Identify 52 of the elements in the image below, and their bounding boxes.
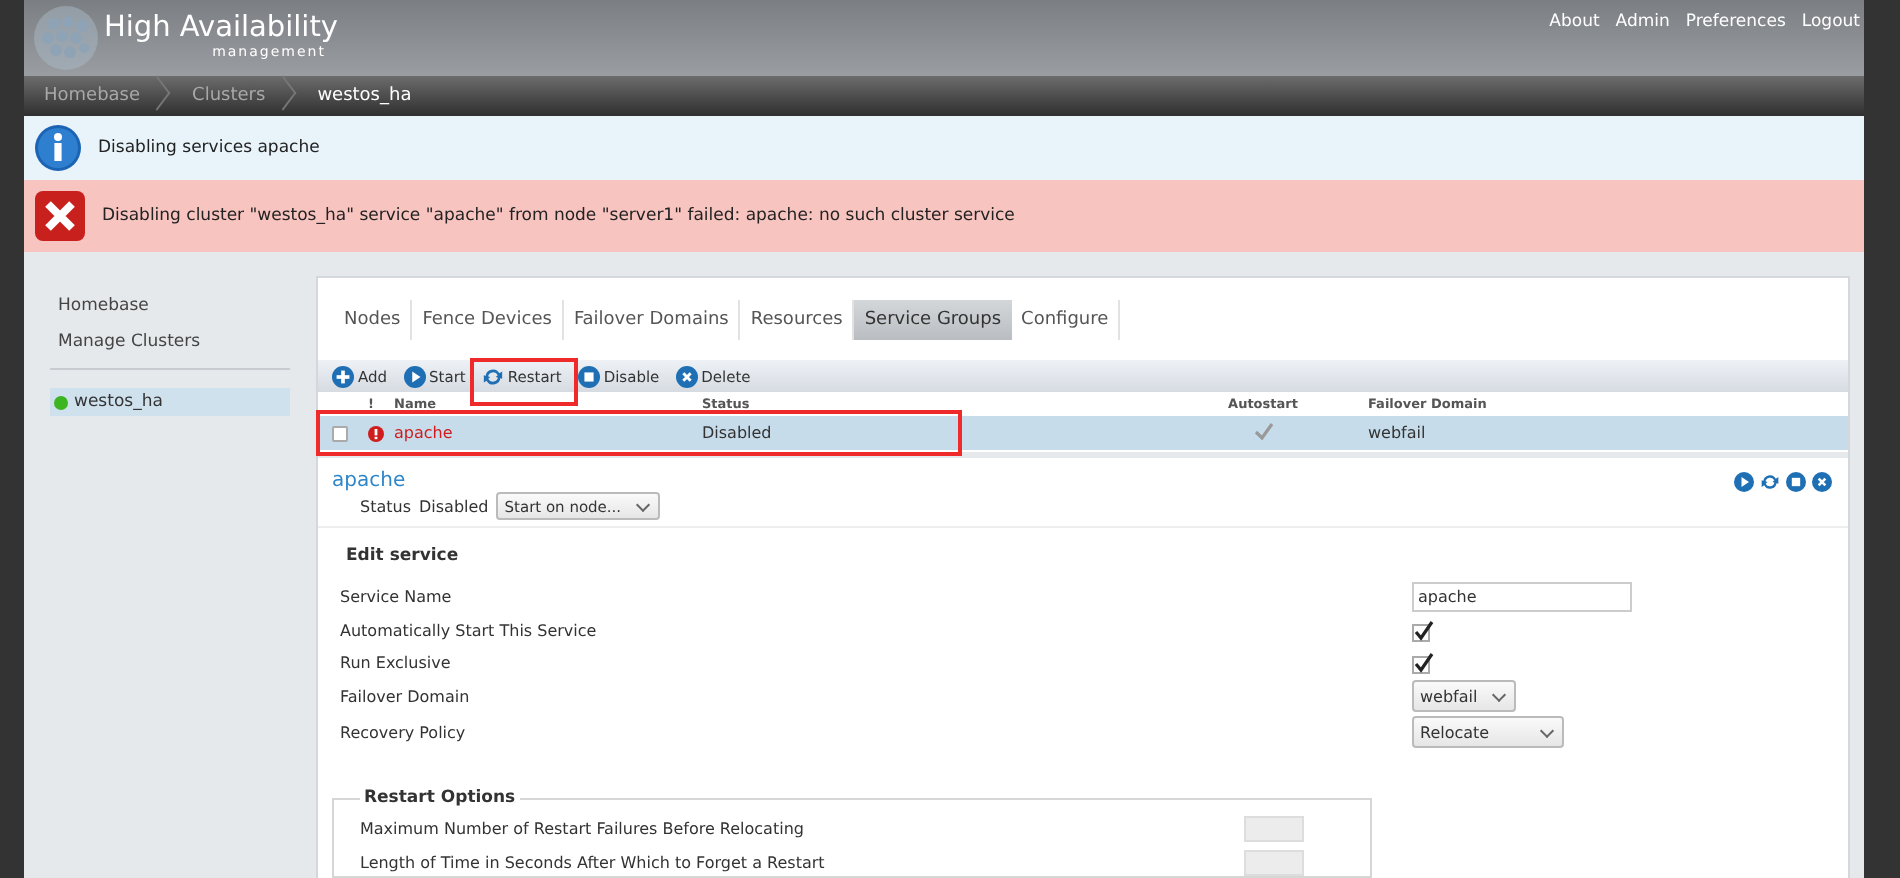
checkbox[interactable] (1412, 619, 1434, 641)
disable-icon (577, 365, 600, 387)
delete-icon (675, 365, 698, 387)
table-row[interactable]: apache Disabled webfail (318, 416, 1848, 450)
alert-message: Disabling cluster "westos_ha" service "apache" from node "server1" failed: apache: no such cluster service (102, 206, 1015, 226)
field-label: Failover Domain (340, 685, 472, 709)
header-link[interactable]: Logout (1801, 12, 1860, 32)
start-icon (403, 365, 426, 387)
logo-icon (32, 4, 100, 72)
header-link[interactable]: About (1549, 12, 1600, 32)
table-cell-text: apache (394, 424, 455, 442)
header-link[interactable]: Preferences (1685, 12, 1786, 32)
cluster-item[interactable]: westos_ha (50, 388, 290, 416)
service-name[interactable]: apache (332, 470, 406, 492)
field-label: Run Exclusive (340, 651, 453, 675)
alert-message: Disabling services apache (98, 138, 320, 158)
status-label: Status (360, 497, 411, 515)
sidebar-link[interactable]: Manage Clusters (24, 324, 316, 360)
tab[interactable]: Nodes (334, 300, 413, 340)
field-label: Maximum Number of Restart Failures Before Relocating (360, 820, 806, 838)
delete-icon (1812, 471, 1832, 491)
error-icon (34, 190, 86, 242)
checkbox[interactable] (1412, 651, 1434, 673)
restart-icon (481, 365, 504, 387)
tab[interactable]: Service Groups (854, 300, 1012, 340)
field-label: Automatically Start This Service (340, 619, 599, 644)
field-label: Recovery Policy (340, 721, 468, 746)
info-icon (34, 124, 82, 172)
select-field[interactable]: Relocate (1412, 716, 1564, 748)
select-field[interactable]: webfail (1412, 680, 1516, 712)
stop-icon (1786, 471, 1806, 491)
row-checkbox[interactable] (332, 425, 348, 441)
add-icon (332, 365, 354, 387)
status-value: Disabled (419, 497, 489, 515)
sidebar-link[interactable]: Homebase (24, 288, 316, 324)
tab[interactable]: Configure (1011, 300, 1121, 340)
start-icon (1734, 471, 1754, 491)
fieldset-title: Restart Options (362, 788, 518, 808)
field-label: Service Name (340, 586, 454, 610)
restart-icon (1760, 471, 1780, 491)
breadcrumb-link[interactable]: westos_ha (297, 76, 444, 116)
header-link[interactable]: Admin (1615, 12, 1670, 32)
tab[interactable]: Fence Devices (412, 300, 564, 340)
section-title: Edit service (346, 546, 461, 566)
input-field[interactable] (1244, 816, 1304, 842)
app-title: High Availability (104, 12, 338, 44)
table-cell-text: webfail (1368, 424, 1428, 442)
field-label: Length of Time in Seconds After Which to Forget a Restart (360, 854, 827, 872)
input-field[interactable]: apache (1412, 582, 1632, 612)
table-cell-text: Disabled (702, 424, 774, 442)
tab[interactable]: Failover Domains (563, 300, 741, 340)
input-field[interactable] (1244, 850, 1304, 876)
